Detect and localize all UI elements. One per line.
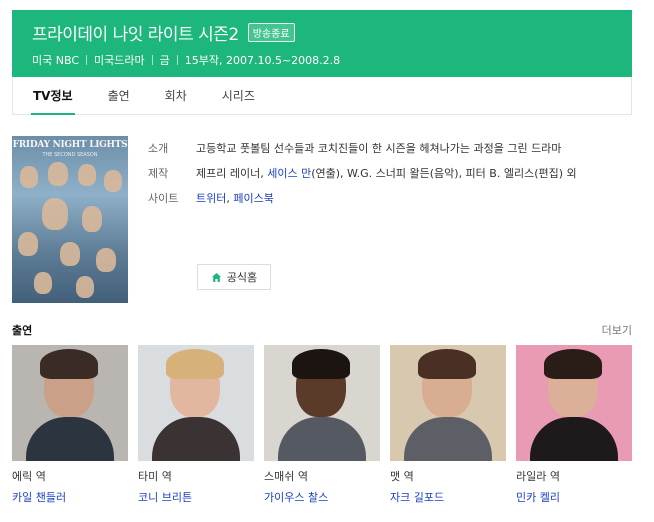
poster-figure — [42, 198, 68, 230]
cast-photo[interactable] — [390, 345, 506, 461]
facebook-link[interactable]: 페이스북 — [233, 192, 273, 205]
cast-photo[interactable] — [516, 345, 632, 461]
photo-figure — [418, 349, 476, 379]
tab-tv-info[interactable]: TV정보 — [31, 77, 75, 115]
site-links: 트위터, 페이스북 — [196, 191, 274, 207]
tab-bar: TV정보 출연 회차 시리즈 — [12, 77, 632, 115]
program-info: 소개 고등학교 풋볼팀 선수들과 코치진들이 한 시즌을 헤쳐나가는 과정을 그… — [148, 141, 618, 216]
cast-role: 스매쉬 역 — [264, 470, 308, 483]
cast-photo[interactable] — [12, 345, 128, 461]
poster-figure — [78, 164, 96, 186]
summary-label: 소개 — [148, 142, 169, 155]
status-badge: 방송종료 — [247, 23, 295, 42]
cast-actor[interactable]: 카일 챈들러 — [12, 489, 128, 505]
program-meta: 미국 NBC 미국드라마 금 15부작, 2007.10.5~2008.2.8 — [32, 52, 612, 68]
cast-item[interactable]: 타미 역 코니 브리튼 — [138, 345, 254, 505]
meta-divider — [86, 55, 87, 65]
tab-cast[interactable]: 출연 — [108, 77, 130, 114]
tab-episodes[interactable]: 회차 — [165, 77, 187, 114]
cast-list: 에릭 역 카일 챈들러 타미 역 코니 브리튼 스매쉬 역 가이우스 찰스 맷 … — [12, 345, 636, 505]
poster-figure — [60, 242, 80, 266]
info-summary-row: 소개 고등학교 풋볼팀 선수들과 코치진들이 한 시즌을 헤쳐나가는 과정을 그… — [148, 141, 618, 157]
poster-subtitle: THE SECOND SEASON — [42, 152, 98, 158]
photo-figure — [530, 417, 618, 461]
photo-figure — [544, 349, 602, 379]
cast-actor[interactable]: 자크 길포드 — [390, 489, 506, 505]
cast-item[interactable]: 에릭 역 카일 챈들러 — [12, 345, 128, 505]
meta-day: 금 — [159, 54, 170, 67]
official-home-button[interactable]: 공식홈 — [197, 264, 271, 290]
poster-figure — [34, 272, 52, 294]
meta-divider — [176, 55, 178, 65]
official-home-label: 공식홈 — [226, 271, 258, 284]
cast-photo[interactable] — [264, 345, 380, 461]
cast-title: 출연 — [12, 324, 33, 337]
poster-title: FRIDAY NIGHT LIGHTS — [12, 140, 128, 150]
meta-channel: 미국 NBC — [32, 54, 79, 67]
staff-label: 제작 — [148, 167, 169, 180]
staff-text: 제프리 레이너, 세이스 만(연출), W.G. 스너피 왈든(음악), 피터 … — [196, 166, 606, 182]
photo-figure — [404, 417, 492, 461]
tab-series[interactable]: 시리즈 — [222, 77, 255, 114]
poster-figure — [76, 276, 94, 298]
cast-item[interactable]: 스매쉬 역 가이우스 찰스 — [264, 345, 380, 505]
photo-figure — [166, 349, 224, 379]
photo-figure — [26, 417, 114, 461]
poster-figure — [48, 162, 68, 186]
cast-section-header: 출연 더보기 — [12, 322, 632, 338]
staff-link[interactable]: 세이스 만 — [267, 167, 311, 180]
photo-figure — [152, 417, 240, 461]
staff-names-rest: (연출), W.G. 스너피 왈든(음악), 피터 B. 엘리스(편집) 외 — [311, 167, 577, 180]
cast-role: 타미 역 — [138, 470, 172, 483]
photo-figure — [278, 417, 366, 461]
cast-item[interactable]: 라일라 역 민카 켈리 — [516, 345, 632, 505]
poster-figure — [18, 232, 38, 256]
cast-photo[interactable] — [138, 345, 254, 461]
info-site-row: 사이트 트위터, 페이스북 — [148, 191, 618, 207]
meta-episodes: 15부작, 2007.10.5~2008.2.8 — [184, 54, 341, 67]
staff-names: 제프리 레이너, — [196, 167, 268, 180]
meta-divider — [151, 55, 153, 65]
cast-role: 라일라 역 — [516, 470, 560, 483]
photo-figure — [40, 349, 98, 379]
program-poster[interactable]: FRIDAY NIGHT LIGHTS THE SECOND SEASON — [12, 136, 128, 303]
photo-figure — [292, 349, 350, 379]
meta-genre: 미국드라마 — [94, 54, 145, 67]
poster-figure — [82, 206, 102, 232]
site-label: 사이트 — [148, 192, 179, 205]
program-header: 프라이데이 나잇 라이트 시즌2 방송종료 미국 NBC 미국드라마 금 15부… — [12, 10, 632, 77]
twitter-link[interactable]: 트위터 — [196, 192, 226, 205]
home-icon — [211, 272, 221, 282]
poster-figure — [104, 170, 122, 192]
cast-item[interactable]: 맷 역 자크 길포드 — [390, 345, 506, 505]
cast-actor[interactable]: 가이우스 찰스 — [264, 489, 380, 505]
cast-actor[interactable]: 민카 켈리 — [516, 489, 632, 505]
summary-text: 고등학교 풋볼팀 선수들과 코치진들이 한 시즌을 헤쳐나가는 과정을 그린 드… — [196, 142, 562, 155]
more-link[interactable]: 더보기 — [602, 322, 632, 338]
poster-figure — [20, 166, 38, 188]
cast-role: 에릭 역 — [12, 470, 46, 483]
program-title[interactable]: 프라이데이 나잇 라이트 시즌2 — [32, 20, 239, 45]
info-staff-row: 제작 제프리 레이너, 세이스 만(연출), W.G. 스너피 왈든(음악), … — [148, 166, 618, 182]
cast-role: 맷 역 — [390, 470, 414, 483]
cast-actor[interactable]: 코니 브리튼 — [138, 489, 254, 505]
poster-figure — [96, 248, 116, 272]
